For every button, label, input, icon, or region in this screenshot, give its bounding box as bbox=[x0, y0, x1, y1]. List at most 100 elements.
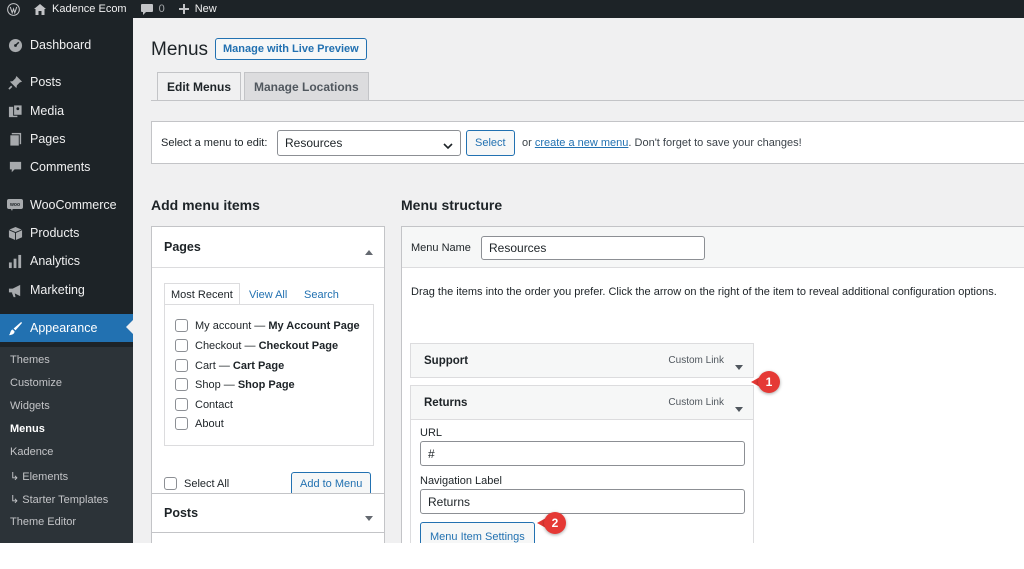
page-title: Checkout bbox=[195, 339, 242, 352]
submenu-item-starter-templates[interactable]: ↳ Starter Templates bbox=[10, 493, 108, 506]
submenu-item-widgets[interactable]: Widgets bbox=[10, 400, 50, 412]
page-checkbox[interactable] bbox=[175, 417, 188, 430]
sidebar-item-label: Analytics bbox=[30, 254, 81, 268]
submenu-item-elements[interactable]: ↳ Elements bbox=[10, 470, 68, 483]
site-name-link[interactable]: Kadence Ecom bbox=[27, 0, 134, 18]
paintbrush-icon bbox=[7, 320, 23, 336]
select-all-checkbox[interactable] bbox=[164, 477, 177, 490]
hint-tail: . Don't forget to save your changes! bbox=[628, 137, 802, 149]
sidebar-item-posts[interactable]: Posts bbox=[0, 69, 133, 95]
wordpress-logo-icon[interactable] bbox=[0, 0, 27, 18]
tab-most-recent[interactable]: Most Recent bbox=[164, 283, 240, 305]
menu-item-type: Custom Link bbox=[668, 355, 724, 366]
submenu-item-themes[interactable]: Themes bbox=[10, 354, 50, 366]
sidebar-item-products[interactable]: Products bbox=[0, 220, 133, 246]
sidebar-item-label: Products bbox=[30, 226, 80, 240]
new-content-link[interactable]: New bbox=[172, 0, 224, 18]
sidebar-item-marketing[interactable]: Marketing bbox=[0, 277, 133, 303]
next-accordion[interactable] bbox=[151, 532, 385, 543]
select-all-control[interactable]: Select All bbox=[164, 477, 229, 490]
sidebar-item-comments[interactable]: Comments bbox=[0, 154, 133, 180]
menu-item-support[interactable]: Support Custom Link bbox=[410, 343, 754, 378]
manage-live-preview-button[interactable]: Manage with Live Preview bbox=[215, 38, 367, 60]
tab-manage-locations[interactable]: Manage Locations bbox=[244, 72, 369, 101]
list-item[interactable]: My account — My Account Page bbox=[175, 319, 360, 332]
menu-item-title: Returns bbox=[424, 397, 468, 409]
comments-link[interactable]: 0 bbox=[134, 0, 172, 18]
list-item[interactable]: Shop — Shop Page bbox=[175, 378, 295, 391]
menu-item-settings-button[interactable]: Menu Item Settings bbox=[420, 522, 535, 543]
pages-accordion: Pages Most Recent View All Search My acc… bbox=[151, 226, 385, 506]
bar-chart-icon bbox=[7, 253, 23, 269]
pushpin-icon bbox=[7, 74, 23, 90]
sidebar-item-label: Appearance bbox=[30, 321, 98, 335]
menu-item-type: Custom Link bbox=[668, 397, 724, 408]
submenu-item-menus[interactable]: Menus bbox=[10, 423, 45, 435]
returns-settings-panel: URL # Navigation Label Returns Menu Item… bbox=[410, 420, 754, 543]
new-label: New bbox=[194, 3, 217, 15]
collapse-arrow-up-icon[interactable] bbox=[365, 243, 373, 258]
submenu-item-kadence[interactable]: Kadence bbox=[10, 446, 53, 458]
appearance-submenu: Themes Customize Widgets Menus Kadence ↳… bbox=[0, 347, 133, 543]
sidebar-item-analytics[interactable]: Analytics bbox=[0, 248, 133, 274]
list-item[interactable]: Contact bbox=[175, 398, 233, 411]
page-title: Menus bbox=[151, 39, 209, 60]
tab-edit-menus[interactable]: Edit Menus bbox=[157, 72, 242, 101]
menu-structure-panel: Menu Name Resources Drag the items into … bbox=[401, 226, 1024, 543]
sidebar-item-label: Posts bbox=[30, 75, 62, 89]
sidebar-item-label: WooCommerce bbox=[30, 198, 117, 212]
list-item[interactable]: Cart — Cart Page bbox=[175, 359, 284, 372]
comment-bubble-icon bbox=[140, 3, 153, 15]
page-checkbox[interactable] bbox=[175, 319, 188, 332]
expand-arrow-down-icon[interactable] bbox=[735, 400, 743, 415]
svg-text:woo: woo bbox=[9, 202, 20, 208]
list-item[interactable]: Checkout — Checkout Page bbox=[175, 339, 338, 352]
list-item[interactable]: About bbox=[175, 417, 224, 430]
create-new-menu-link[interactable]: create a new menu bbox=[535, 137, 629, 149]
menu-name-header: Menu Name Resources bbox=[402, 227, 1024, 268]
pages-section-title[interactable]: Pages bbox=[164, 240, 201, 254]
site-name: Kadence Ecom bbox=[52, 3, 127, 15]
chevron-down-icon bbox=[443, 139, 453, 153]
select-menu-label: Select a menu to edit: bbox=[161, 137, 268, 149]
callout-badge-2: 2 bbox=[537, 512, 566, 534]
posts-section-title: Posts bbox=[164, 506, 199, 520]
tab-search[interactable]: Search bbox=[304, 289, 339, 301]
submenu-item-theme-editor[interactable]: Theme Editor bbox=[10, 516, 76, 528]
page-checkbox[interactable] bbox=[175, 339, 188, 352]
expand-arrow-down-icon[interactable] bbox=[735, 358, 743, 373]
page-checkbox[interactable] bbox=[175, 398, 188, 411]
sidebar-item-woocommerce[interactable]: woo WooCommerce bbox=[0, 192, 133, 218]
page-title: About bbox=[195, 417, 224, 430]
menu-item-returns[interactable]: Returns Custom Link bbox=[410, 385, 754, 420]
page-checkbox[interactable] bbox=[175, 359, 188, 372]
callout-badge-1: 1 bbox=[751, 371, 780, 393]
admin-sidebar: Dashboard Posts Media Pages Comments woo… bbox=[0, 18, 133, 543]
menu-select-dropdown[interactable]: Resources bbox=[277, 130, 461, 156]
select-all-label: Select All bbox=[184, 477, 230, 490]
hint-or: or bbox=[522, 137, 532, 149]
pages-icon bbox=[7, 131, 23, 147]
page-checkbox[interactable] bbox=[175, 378, 188, 391]
selected-menu-value: Resources bbox=[285, 136, 343, 150]
main-content: Menus Manage with Live Preview Edit Menu… bbox=[133, 18, 1024, 543]
sidebar-item-appearance[interactable]: Appearance bbox=[0, 314, 133, 342]
tab-view-all[interactable]: View All bbox=[249, 289, 287, 301]
sidebar-item-media[interactable]: Media bbox=[0, 98, 133, 124]
menu-name-input[interactable]: Resources bbox=[481, 236, 705, 260]
select-menu-button[interactable]: Select bbox=[466, 130, 515, 156]
sidebar-item-dashboard[interactable]: Dashboard bbox=[0, 32, 133, 58]
home-icon bbox=[34, 3, 46, 15]
submenu-item-customize[interactable]: Customize bbox=[10, 377, 62, 389]
sidebar-item-pages[interactable]: Pages bbox=[0, 126, 133, 152]
url-label: URL bbox=[420, 427, 443, 439]
expand-arrow-down-icon[interactable] bbox=[365, 509, 373, 524]
navigation-label-input[interactable]: Returns bbox=[420, 489, 745, 514]
sidebar-item-label: Comments bbox=[30, 160, 91, 174]
menu-item-title: Support bbox=[424, 355, 469, 367]
posts-accordion[interactable]: Posts bbox=[151, 493, 385, 533]
select-hint: or create a new menu. Don't forget to sa… bbox=[522, 137, 802, 149]
sidebar-item-label: Dashboard bbox=[30, 38, 92, 52]
page-title: Contact bbox=[195, 398, 233, 411]
url-input[interactable]: # bbox=[420, 441, 745, 466]
